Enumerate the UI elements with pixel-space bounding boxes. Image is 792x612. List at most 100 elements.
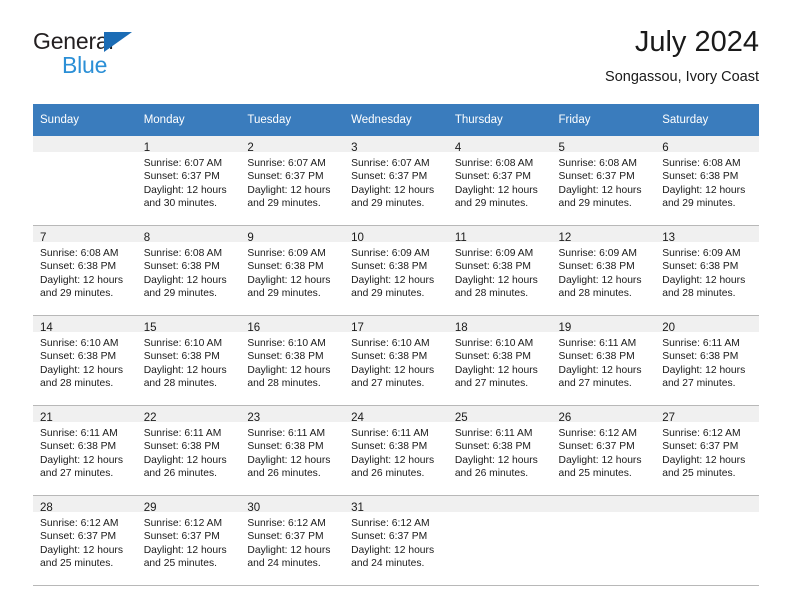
- sunrise-text: Sunrise: 6:09 AM: [247, 248, 326, 259]
- sunrise-text: Sunrise: 6:10 AM: [454, 338, 534, 349]
- calendar-day-cell[interactable]: 16 Sunrise: 6:10 AM Sunset: 6:38 PM Dayligh…: [240, 316, 345, 406]
- calendar-day-cell[interactable]: 22 Sunrise: 6:11 AM Sunset: 6:38 PM Dayligh…: [136, 406, 241, 496]
- calendar-day-cell[interactable]: 11 Sunrise: 6:09 AM Sunset: 6:38 PM Dayligh…: [447, 226, 552, 316]
- calendar-day-cell[interactable]: 5 Sunrise: 6:08 AM Sunset: 6:37 PM Daylight…: [551, 136, 656, 226]
- sunrise-text: Sunrise: 6:11 AM: [662, 338, 740, 349]
- day-number-band: [551, 496, 656, 512]
- daylight-text-line1: Daylight: 12 hours: [40, 274, 123, 286]
- day-details: Sunrise: 6:09 AM Sunset: 6:38 PM Daylight:…: [344, 242, 448, 301]
- calendar-day-cell[interactable]: 12 Sunrise: 6:09 AM Sunset: 6:38 PM Dayligh…: [551, 226, 656, 316]
- day-number: 27: [662, 412, 676, 424]
- daylight-text-line1: Daylight: 12 hours: [351, 544, 435, 556]
- calendar-day-cell[interactable]: 3 Sunrise: 6:07 AM Sunset: 6:37 PM Daylight…: [344, 136, 448, 226]
- daylight-text-line2: and 27 minutes.: [662, 378, 736, 390]
- day-details: Sunrise: 6:08 AM Sunset: 6:37 PM Daylight:…: [448, 152, 552, 211]
- calendar-day-cell[interactable]: 4 Sunrise: 6:08 AM Sunset: 6:37 PM Daylight…: [447, 136, 552, 226]
- calendar-day-cell[interactable]: 28 Sunrise: 6:12 AM Sunset: 6:37 PM Dayligh…: [33, 496, 137, 586]
- sunset-text: Sunset: 6:38 PM: [247, 441, 324, 453]
- day-cell-inner: 25 Sunrise: 6:11 AM Sunset: 6:38 PM Dayligh…: [447, 406, 552, 496]
- day-cell-inner: 3 Sunrise: 6:07 AM Sunset: 6:37 PM Daylight…: [344, 136, 448, 226]
- day-cell-inner: 24 Sunrise: 6:11 AM Sunset: 6:38 PM Dayligh…: [344, 406, 448, 496]
- day-details: Sunrise: 6:11 AM Sunset: 6:38 PM Daylight:…: [448, 422, 552, 481]
- sunset-text: Sunset: 6:37 PM: [662, 441, 739, 453]
- day-number: 10: [351, 232, 364, 244]
- day-number-band: [447, 496, 552, 512]
- sunset-text: Sunset: 6:38 PM: [143, 351, 220, 363]
- calendar-day-cell[interactable]: 21 Sunrise: 6:11 AM Sunset: 6:38 PM Dayligh…: [33, 406, 137, 496]
- calendar-day-cell[interactable]: 23 Sunrise: 6:11 AM Sunset: 6:38 PM Dayligh…: [240, 406, 345, 496]
- day-details: Sunrise: 6:09 AM Sunset: 6:38 PM Daylight:…: [655, 242, 759, 301]
- daylight-text-line2: and 26 minutes.: [247, 468, 321, 480]
- day-number: 25: [454, 412, 468, 424]
- day-number-band: 5: [551, 136, 656, 154]
- calendar-day-cell[interactable]: 27 Sunrise: 6:12 AM Sunset: 6:37 PM Dayligh…: [655, 406, 759, 496]
- title-block: July 2024 Songassou, Ivory Coast: [605, 24, 759, 86]
- calendar-day-cell[interactable]: 29 Sunrise: 6:12 AM Sunset: 6:37 PM Dayligh…: [136, 496, 241, 586]
- calendar-day-cell[interactable]: 25 Sunrise: 6:11 AM Sunset: 6:38 PM Dayligh…: [447, 406, 552, 496]
- day-number: 11: [454, 232, 467, 244]
- sunset-text: Sunset: 6:37 PM: [143, 171, 220, 183]
- calendar-day-cell[interactable]: 20 Sunrise: 6:11 AM Sunset: 6:38 PM Dayligh…: [655, 316, 759, 406]
- daylight-text-line1: Daylight: 12 hours: [143, 364, 227, 376]
- calendar-day-cell[interactable]: 2 Sunrise: 6:07 AM Sunset: 6:37 PM Daylight…: [240, 136, 345, 226]
- calendar-empty-cell: [551, 496, 656, 586]
- calendar-day-cell[interactable]: 24 Sunrise: 6:11 AM Sunset: 6:38 PM Dayligh…: [344, 406, 448, 496]
- calendar-day-cell[interactable]: 10 Sunrise: 6:09 AM Sunset: 6:38 PM Dayligh…: [344, 226, 448, 316]
- day-number-band: 23: [240, 406, 345, 424]
- day-number-band: 6: [655, 136, 759, 154]
- calendar-week-row: 7 Sunrise: 6:08 AM Sunset: 6:38 PM Daylight…: [33, 226, 759, 316]
- day-number: 14: [40, 322, 53, 334]
- day-cell-inner: 30 Sunrise: 6:12 AM Sunset: 6:37 PM Dayligh…: [240, 496, 345, 586]
- day-number: 3: [351, 142, 358, 154]
- day-cell-inner: 29 Sunrise: 6:12 AM Sunset: 6:37 PM Dayligh…: [136, 496, 241, 586]
- day-number-band: 26: [551, 406, 656, 424]
- day-details: Sunrise: 6:08 AM Sunset: 6:37 PM Daylight:…: [552, 152, 656, 211]
- day-number: 8: [143, 232, 151, 244]
- calendar-day-cell[interactable]: 1 Sunrise: 6:07 AM Sunset: 6:37 PM Daylight…: [136, 136, 241, 226]
- day-number-band: 3: [344, 136, 448, 154]
- day-number-band: 12: [551, 226, 656, 244]
- daylight-text-line2: and 26 minutes.: [351, 468, 425, 480]
- daylight-text-line1: Daylight: 12 hours: [247, 184, 331, 196]
- calendar-day-cell[interactable]: 6 Sunrise: 6:08 AM Sunset: 6:38 PM Daylight…: [655, 136, 759, 226]
- sunset-text: Sunset: 6:38 PM: [662, 261, 739, 273]
- calendar-day-cell[interactable]: 30 Sunrise: 6:12 AM Sunset: 6:37 PM Dayligh…: [240, 496, 345, 586]
- day-cell-inner: 20 Sunrise: 6:11 AM Sunset: 6:38 PM Dayligh…: [655, 316, 759, 406]
- sunset-text: Sunset: 6:38 PM: [454, 351, 531, 363]
- sunrise-text: Sunrise: 6:12 AM: [247, 518, 326, 529]
- day-number-band: 30: [240, 496, 345, 514]
- daylight-text-line2: and 30 minutes.: [143, 198, 217, 210]
- calendar-day-cell[interactable]: 13 Sunrise: 6:09 AM Sunset: 6:38 PM Dayligh…: [655, 226, 759, 316]
- daylight-text-line1: Daylight: 12 hours: [454, 274, 538, 286]
- sunrise-text: Sunrise: 6:08 AM: [454, 158, 534, 169]
- daylight-text-line1: Daylight: 12 hours: [351, 274, 435, 286]
- calendar-day-cell[interactable]: 8 Sunrise: 6:08 AM Sunset: 6:38 PM Daylight…: [136, 226, 241, 316]
- sunset-text: Sunset: 6:37 PM: [351, 531, 428, 543]
- calendar-day-cell[interactable]: 31 Sunrise: 6:12 AM Sunset: 6:37 PM Dayligh…: [344, 496, 448, 586]
- calendar-day-cell[interactable]: 7 Sunrise: 6:08 AM Sunset: 6:38 PM Daylight…: [33, 226, 137, 316]
- day-number-band: 15: [136, 316, 241, 334]
- daylight-text-line1: Daylight: 12 hours: [247, 364, 331, 376]
- daylight-text-line1: Daylight: 12 hours: [662, 184, 746, 196]
- calendar-day-cell[interactable]: 17 Sunrise: 6:10 AM Sunset: 6:38 PM Dayligh…: [344, 316, 448, 406]
- sunrise-text: Sunrise: 6:10 AM: [247, 338, 326, 349]
- daylight-text-line1: Daylight: 12 hours: [351, 364, 435, 376]
- daylight-text-line2: and 25 minutes.: [662, 468, 736, 480]
- sunrise-text: Sunrise: 6:08 AM: [40, 248, 119, 259]
- day-number-band: [655, 496, 759, 512]
- sunset-text: Sunset: 6:38 PM: [662, 171, 739, 183]
- calendar-day-cell[interactable]: 26 Sunrise: 6:12 AM Sunset: 6:37 PM Dayligh…: [551, 406, 656, 496]
- calendar-day-cell[interactable]: 18 Sunrise: 6:10 AM Sunset: 6:38 PM Dayligh…: [447, 316, 552, 406]
- calendar-day-cell[interactable]: 9 Sunrise: 6:09 AM Sunset: 6:38 PM Daylight…: [240, 226, 345, 316]
- calendar-day-cell[interactable]: 15 Sunrise: 6:10 AM Sunset: 6:38 PM Dayligh…: [136, 316, 241, 406]
- sunset-text: Sunset: 6:37 PM: [454, 171, 531, 183]
- calendar-day-cell[interactable]: 19 Sunrise: 6:11 AM Sunset: 6:38 PM Dayligh…: [551, 316, 656, 406]
- day-details: Sunrise: 6:12 AM Sunset: 6:37 PM Daylight:…: [552, 422, 656, 481]
- daylight-text-line2: and 28 minutes.: [247, 378, 321, 390]
- calendar-day-cell[interactable]: 14 Sunrise: 6:10 AM Sunset: 6:38 PM Dayligh…: [33, 316, 137, 406]
- calendar-week-row: 1 Sunrise: 6:07 AM Sunset: 6:37 PM Daylight…: [33, 136, 759, 226]
- day-number: 4: [454, 142, 462, 154]
- daylight-text-line2: and 28 minutes.: [143, 378, 217, 390]
- daylight-text-line2: and 28 minutes.: [662, 288, 736, 300]
- day-number: 15: [143, 322, 157, 334]
